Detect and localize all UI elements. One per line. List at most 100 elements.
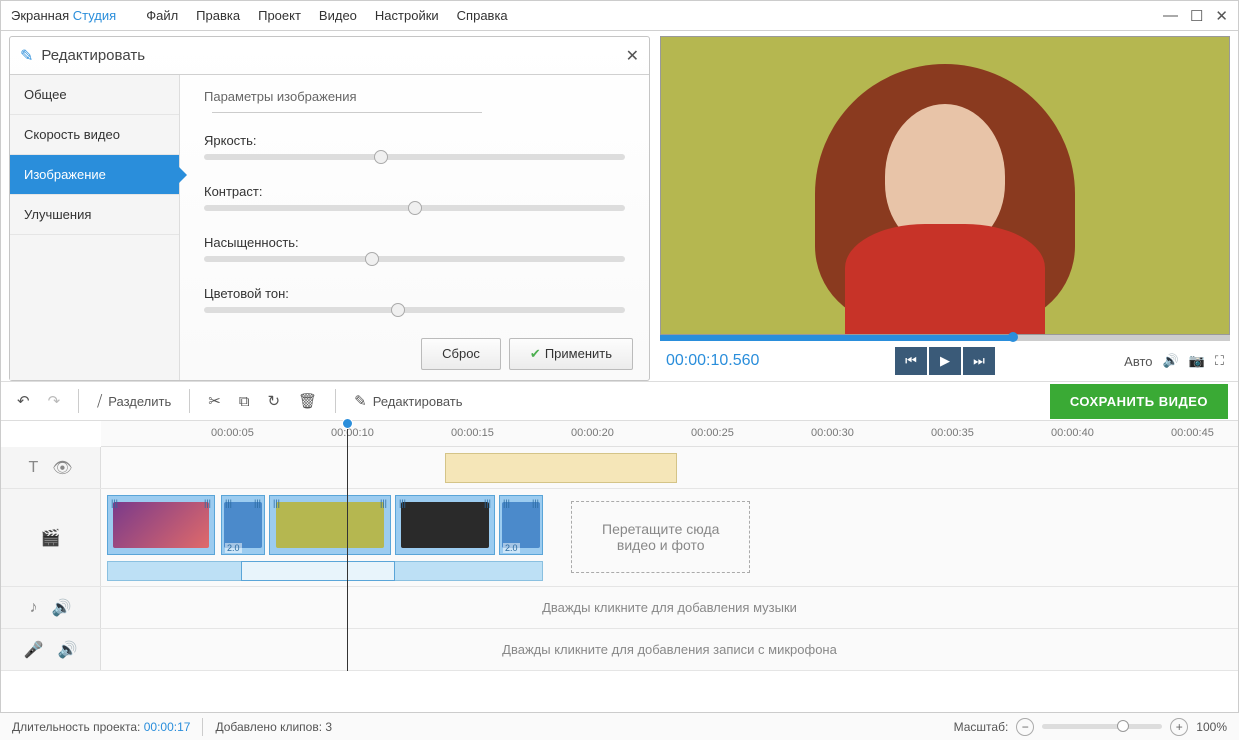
menu-file[interactable]: Файл (146, 8, 178, 23)
param-hue: Цветовой тон: (204, 286, 625, 313)
hue-thumb[interactable] (391, 303, 405, 317)
volume-icon[interactable]: 🔊 (1163, 353, 1179, 369)
mute-icon[interactable]: 🔊 (52, 598, 72, 618)
edit-panel-header: ✎ Редактировать ✕ (10, 37, 649, 75)
video-track: 🎬 Перетащите сюда видео и фото |||||||||… (1, 489, 1238, 587)
video-track-head: 🎬 (1, 489, 101, 586)
zoom-control: Масштаб: − + 100% (954, 718, 1227, 736)
tab-image[interactable]: Изображение (10, 155, 179, 195)
rotate-button[interactable]: ↻ (262, 388, 287, 414)
menu-bar: Экранная Студия Файл Правка Проект Видео… (1, 1, 1238, 31)
music-track-body[interactable]: Дважды кликните для добавления музыки (101, 587, 1238, 628)
hue-slider[interactable] (204, 307, 625, 313)
video-clip[interactable]: |||||| (395, 495, 495, 555)
mic-icon[interactable]: 🎤 (24, 640, 44, 660)
saturation-thumb[interactable] (365, 252, 379, 266)
menu-edit[interactable]: Правка (196, 8, 240, 23)
tab-general[interactable]: Общее (10, 75, 179, 115)
preview-video[interactable] (660, 36, 1230, 335)
menu-settings[interactable]: Настройки (375, 8, 439, 23)
mute-icon[interactable]: 🔊 (58, 640, 78, 660)
dropzone-line2: видео и фото (617, 537, 705, 553)
mic-track-head: 🎤 🔊 (1, 629, 101, 670)
delete-button[interactable]: 🗑 (292, 388, 323, 414)
contrast-thumb[interactable] (408, 201, 422, 215)
edit-buttons: Сброс ✔Применить (421, 338, 633, 370)
edit-panel: ✎ Редактировать ✕ Общее Скорость видео И… (9, 36, 650, 381)
apply-button[interactable]: ✔Применить (509, 338, 633, 370)
menu-help[interactable]: Справка (457, 8, 508, 23)
video-clip[interactable]: |||||| (269, 495, 391, 555)
ruler-tick: 00:00:20 (571, 427, 614, 439)
next-button[interactable]: ⏭ (963, 347, 995, 375)
close-icon[interactable]: ✕ (1215, 7, 1228, 25)
brightness-slider[interactable] (204, 154, 625, 160)
cut-button[interactable]: ✂ (202, 388, 227, 414)
close-panel-icon[interactable]: ✕ (626, 46, 639, 66)
param-saturation: Насыщенность: (204, 235, 625, 262)
undo-button[interactable]: ↶ (11, 388, 36, 414)
timeline-toolbar: ↶ ↷ ⧸Разделить ✂ ⧉ ↻ 🗑 ✎Редактировать СО… (1, 381, 1238, 421)
music-track: ♪ 🔊 Дважды кликните для добавления музык… (1, 587, 1238, 629)
music-icon[interactable]: ♪ (30, 599, 38, 617)
play-controls: ⏮ ▶ ⏭ (895, 347, 995, 375)
duration-label: Длительность проекта: (12, 720, 140, 734)
zoom-slider[interactable] (1042, 724, 1162, 729)
brightness-thumb[interactable] (374, 150, 388, 164)
playhead[interactable] (347, 421, 348, 671)
auto-label[interactable]: Авто (1124, 354, 1152, 369)
ruler-tick: 00:00:05 (211, 427, 254, 439)
zoom-in-button[interactable]: + (1170, 718, 1188, 736)
ruler-tick: 00:00:45 (1171, 427, 1214, 439)
split-button[interactable]: ⧸Разделить (91, 389, 177, 414)
crop-button[interactable]: ⧉ (233, 389, 256, 414)
music-hint: Дважды кликните для добавления музыки (101, 587, 1238, 629)
ruler-tick: 00:00:25 (691, 427, 734, 439)
maximize-icon[interactable]: ☐ (1190, 7, 1203, 25)
audio-selection[interactable] (241, 561, 395, 581)
play-button[interactable]: ▶ (929, 347, 961, 375)
zoom-label: Масштаб: (954, 720, 1009, 734)
zoom-out-button[interactable]: − (1016, 718, 1034, 736)
zoom-value: 100% (1196, 720, 1227, 734)
text-icon[interactable]: T (28, 459, 38, 477)
edit-button[interactable]: ✎Редактировать (348, 388, 468, 414)
redo-button[interactable]: ↷ (42, 388, 67, 414)
save-video-button[interactable]: СОХРАНИТЬ ВИДЕО (1050, 384, 1228, 419)
edit-icon: ✎ (20, 46, 33, 66)
menu-project[interactable]: Проект (258, 8, 301, 23)
text-track: T 👁 (1, 447, 1238, 489)
video-clip[interactable]: ||||||2.0 (499, 495, 543, 555)
prev-button[interactable]: ⏮ (895, 347, 927, 375)
snapshot-icon[interactable]: 📷 (1189, 353, 1205, 369)
dropzone-line1: Перетащите сюда (602, 521, 719, 537)
video-icon[interactable]: 🎬 (41, 528, 61, 548)
text-track-body[interactable] (101, 447, 1238, 488)
param-contrast: Контраст: (204, 184, 625, 211)
tab-enhance[interactable]: Улучшения (10, 195, 179, 235)
reset-button[interactable]: Сброс (421, 338, 501, 370)
edit-tabs: Общее Скорость видео Изображение Улучшен… (10, 75, 180, 380)
fullscreen-icon[interactable]: ⛶ (1215, 353, 1224, 369)
timeline-ruler[interactable]: 00:00:0500:00:1000:00:1500:00:2000:00:25… (101, 421, 1238, 447)
text-clip[interactable] (445, 453, 677, 483)
ruler-tick: 00:00:40 (1051, 427, 1094, 439)
dropzone[interactable]: Перетащите сюда видео и фото (571, 501, 750, 573)
contrast-slider[interactable] (204, 205, 625, 211)
saturation-slider[interactable] (204, 256, 625, 262)
zoom-thumb[interactable] (1117, 720, 1129, 732)
edit-label: Редактировать (373, 394, 463, 409)
visibility-icon[interactable]: 👁 (52, 458, 72, 478)
mic-track-body[interactable]: Дважды кликните для добавления записи с … (101, 629, 1238, 670)
split-label: Разделить (108, 394, 171, 409)
apply-label: Применить (545, 346, 612, 361)
video-clip[interactable]: |||||| (107, 495, 215, 555)
video-clip[interactable]: ||||||2.0 (221, 495, 265, 555)
hue-label: Цветовой тон: (204, 286, 625, 301)
minimize-icon[interactable]: — (1163, 7, 1178, 25)
playhead-marker[interactable] (342, 418, 353, 429)
video-track-body[interactable]: Перетащите сюда видео и фото |||||||||||… (101, 489, 1238, 586)
saturation-label: Насыщенность: (204, 235, 625, 250)
menu-video[interactable]: Видео (319, 8, 357, 23)
tab-speed[interactable]: Скорость видео (10, 115, 179, 155)
